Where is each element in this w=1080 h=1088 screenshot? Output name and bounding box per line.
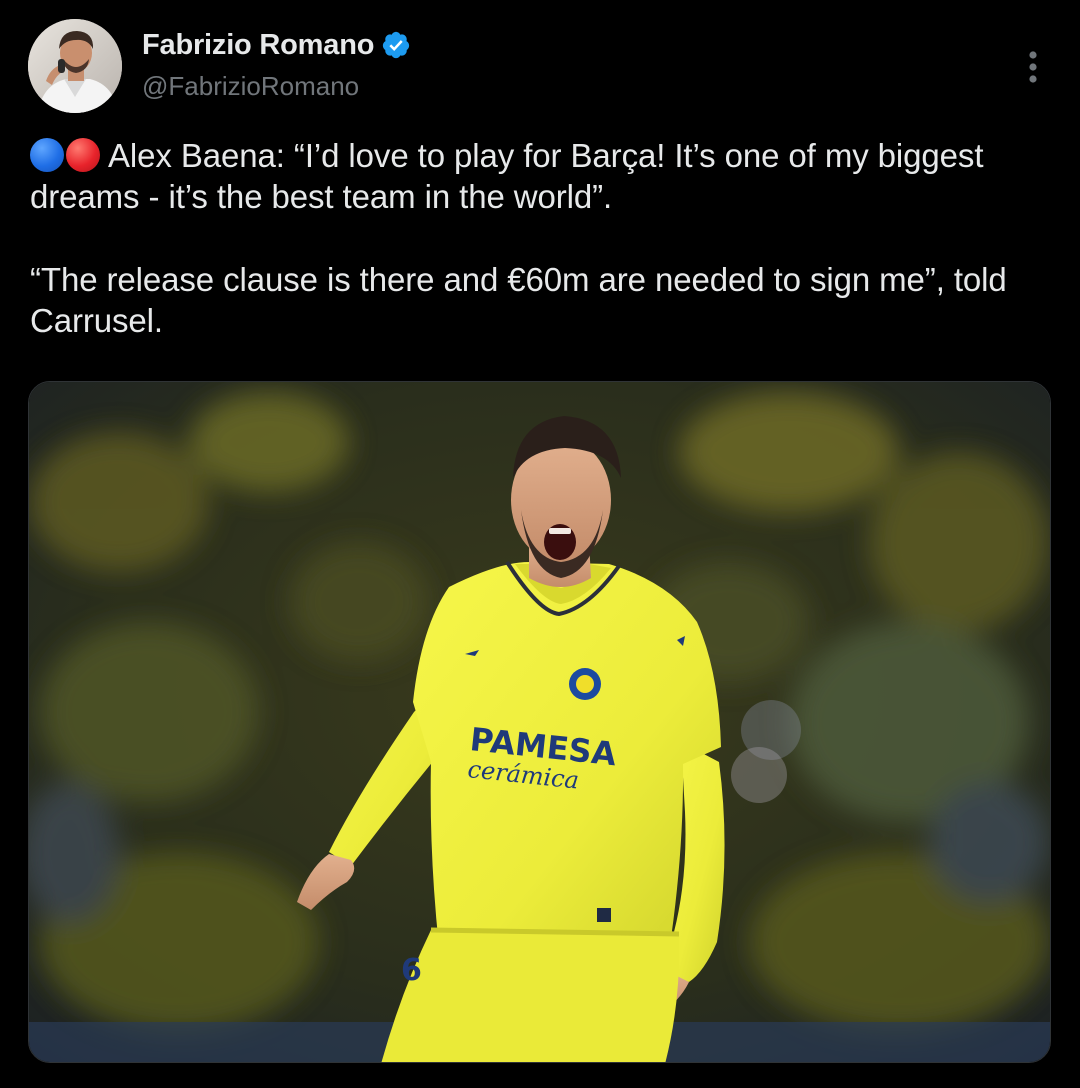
blue-circle-emoji-icon bbox=[30, 138, 64, 172]
author-avatar[interactable] bbox=[28, 19, 122, 113]
tweet: Fabrizio Romano @FabrizioRomano Alex Bae… bbox=[0, 0, 1080, 1088]
author-info: Fabrizio Romano @FabrizioRomano bbox=[142, 27, 411, 102]
more-options-button[interactable] bbox=[1012, 46, 1054, 88]
verified-badge-icon bbox=[381, 30, 411, 60]
shorts-number: 6 bbox=[401, 953, 422, 988]
tweet-line-1: Alex Baena: “I’d love to play for Barça!… bbox=[30, 137, 984, 215]
author-display-name[interactable]: Fabrizio Romano bbox=[142, 29, 374, 62]
tweet-paragraph-2: “The release clause is there and €60m ar… bbox=[30, 261, 1007, 339]
red-circle-emoji-icon bbox=[66, 138, 100, 172]
author-name-row: Fabrizio Romano bbox=[142, 27, 411, 63]
tweet-paragraph-1: Alex Baena: “I’d love to play for Barça!… bbox=[30, 135, 1060, 217]
more-vertical-icon bbox=[1029, 51, 1037, 83]
author-handle[interactable]: @FabrizioRomano bbox=[142, 71, 411, 102]
tweet-media-photo[interactable]: PAMESA cerámica 6 bbox=[28, 381, 1051, 1063]
tweet-text: Alex Baena: “I’d love to play for Barça!… bbox=[30, 135, 1060, 341]
